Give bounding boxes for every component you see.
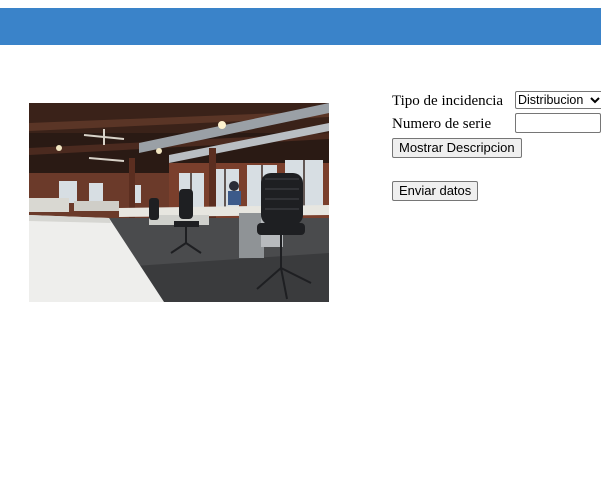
incident-type-select[interactable]: Distribucion (515, 91, 601, 109)
send-row: Enviar datos (392, 181, 479, 201)
show-description-button[interactable]: Mostrar Descripcion (392, 138, 522, 158)
show-description-row: Mostrar Descripcion (392, 138, 522, 158)
incident-type-label: Tipo de incidencia (392, 92, 504, 109)
serial-input[interactable] (515, 113, 601, 133)
office-photo-image (29, 103, 329, 302)
header-bar (0, 8, 601, 45)
office-photo (29, 103, 329, 302)
serial-row: Numero de serie (392, 113, 601, 133)
serial-label: Numero de serie (392, 115, 492, 132)
incident-type-row: Tipo de incidencia Distribucion (392, 90, 601, 110)
send-button[interactable]: Enviar datos (392, 181, 479, 201)
